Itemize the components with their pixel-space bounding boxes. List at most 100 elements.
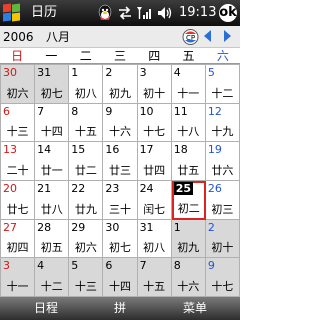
calendar-day[interactable]: 7 十四 (35, 103, 70, 143)
month-label[interactable]: 八月 (46, 29, 70, 45)
calendar-day[interactable]: 4 十二 (35, 258, 70, 297)
lunar-date: 十二 (211, 86, 234, 100)
calendar-day[interactable]: 30 初六 (1, 65, 36, 104)
calendar-day[interactable]: 3 初十 (137, 65, 172, 104)
calendar-day-today[interactable]: 25 初二 (171, 181, 206, 220)
calendar-day[interactable]: 19 廿六 (205, 142, 240, 181)
calendar-day[interactable]: 18 廿五 (171, 142, 206, 181)
day-number: 19 (207, 143, 222, 157)
calendar-day[interactable]: 6 十三 (1, 103, 36, 143)
weekday-label: 五 (182, 49, 195, 63)
day-number: 9 (207, 259, 215, 273)
calendar-day[interactable]: 9 十六 (103, 103, 138, 143)
calendar-day[interactable]: 7 十五 (137, 258, 172, 297)
day-number: 8 (173, 259, 181, 273)
day-number: 26 (207, 182, 222, 195)
qq-icon[interactable] (95, 4, 115, 22)
lunar-date: 初七 (108, 241, 131, 255)
calendar-day[interactable]: 12 十九 (205, 103, 240, 143)
next-month-icon[interactable] (224, 30, 231, 42)
calendar-day[interactable]: 20 廿七 (1, 181, 36, 220)
day-number: 20 (3, 182, 17, 195)
calendar-day[interactable]: 5 十三 (69, 258, 104, 297)
prev-month-icon[interactable] (204, 30, 211, 42)
lunar-date: 十一 (177, 86, 200, 100)
cpy-icon[interactable]: CP (182, 28, 199, 46)
calendar-day[interactable]: 31 初七 (35, 65, 70, 104)
calendar-day[interactable]: 23 三十 (103, 181, 138, 220)
day-number: 6 (105, 259, 113, 273)
clock[interactable]: 19:13 (179, 4, 216, 21)
calendar-day[interactable]: 2 初九 (103, 65, 138, 104)
lunar-date: 廿九 (74, 202, 97, 216)
lunar-date: 初三 (211, 202, 234, 216)
calendar-day[interactable]: 3 十一 (1, 258, 36, 297)
calendar-day[interactable]: 4 十一 (171, 65, 206, 104)
lunar-date: 十六 (108, 125, 131, 139)
lunar-date: 闰七 (143, 202, 166, 216)
schedule-softkey[interactable]: 日程 (34, 300, 58, 316)
lunar-date: 初七 (40, 86, 63, 100)
volume-icon[interactable] (156, 4, 174, 22)
lunar-date: 十五 (74, 125, 97, 139)
weekday-label: 四 (148, 49, 161, 63)
calendar-day[interactable]: 11 十八 (171, 103, 206, 143)
signal-icon[interactable] (136, 4, 152, 22)
day-number: 31 (37, 66, 52, 79)
input-method-button[interactable]: 拼 (114, 300, 126, 316)
softkey-bar: 日程 拼 菜单 (0, 297, 240, 320)
calendar-day[interactable]: 15 廿二 (69, 142, 104, 181)
calendar-day[interactable]: 8 十五 (69, 103, 104, 143)
lunar-date: 廿二 (74, 164, 97, 177)
lunar-date: 初四 (6, 241, 29, 255)
calendar-day[interactable]: 5 十二 (205, 65, 240, 104)
ok-button[interactable]: ok (219, 4, 237, 22)
day-number: 16 (105, 143, 120, 157)
calendar-day[interactable]: 29 初六 (69, 219, 104, 259)
day-number: 3 (139, 66, 147, 79)
calendar-day[interactable]: 28 初五 (35, 219, 70, 259)
calendar-day[interactable]: 26 初三 (205, 181, 240, 220)
svg-text:CP: CP (186, 34, 195, 42)
lunar-date: 廿六 (211, 164, 234, 177)
calendar-day[interactable]: 24 闰七 (137, 181, 172, 220)
calendar-day[interactable]: 21 廿八 (35, 181, 70, 220)
day-number: 30 (3, 66, 17, 79)
calendar-day[interactable]: 14 廿一 (35, 142, 70, 181)
calendar-day[interactable]: 10 十七 (137, 103, 172, 143)
weekday-label: 三 (113, 49, 126, 63)
lunar-date: 廿四 (143, 164, 166, 177)
calendar-day[interactable]: 2 初十 (205, 219, 240, 259)
day-number: 28 (37, 220, 52, 234)
calendar-day[interactable]: 27 初四 (1, 219, 36, 259)
calendar-day[interactable]: 16 廿三 (103, 142, 138, 181)
day-number: 14 (37, 143, 52, 157)
connectivity-icon[interactable] (117, 4, 133, 22)
menu-softkey[interactable]: 菜单 (183, 300, 207, 316)
calendar-day[interactable]: 8 十六 (171, 258, 206, 297)
lunar-date: 十七 (211, 280, 234, 293)
calendar-day[interactable]: 1 初九 (171, 219, 206, 259)
day-number: 1 (173, 220, 181, 234)
lunar-date: 初九 (108, 86, 131, 100)
weekday-header: 日一二三四五六 (0, 49, 240, 64)
calendar-day[interactable]: 30 初七 (103, 219, 138, 259)
day-number: 18 (173, 143, 188, 157)
calendar-day[interactable]: 31 初八 (137, 219, 172, 259)
lunar-date: 十四 (108, 280, 131, 293)
lunar-date: 初六 (74, 241, 97, 255)
lunar-date: 廿七 (6, 202, 29, 216)
calendar-day[interactable]: 6 十四 (103, 258, 138, 297)
calendar-day[interactable]: 9 十七 (205, 258, 240, 297)
year-label[interactable]: 2006 (3, 29, 34, 45)
calendar-day[interactable]: 17 廿四 (137, 142, 172, 181)
calendar-day[interactable]: 13 二十 (1, 142, 36, 181)
day-number: 10 (139, 104, 154, 118)
lunar-date: 廿八 (40, 202, 63, 216)
lunar-date: 十八 (177, 125, 200, 139)
app-title: 日历 (31, 5, 58, 20)
calendar-day[interactable]: 1 初八 (69, 65, 104, 104)
lunar-date: 十一 (6, 280, 29, 293)
calendar-day[interactable]: 22 廿九 (69, 181, 104, 220)
windows-start-icon[interactable] (2, 3, 22, 23)
